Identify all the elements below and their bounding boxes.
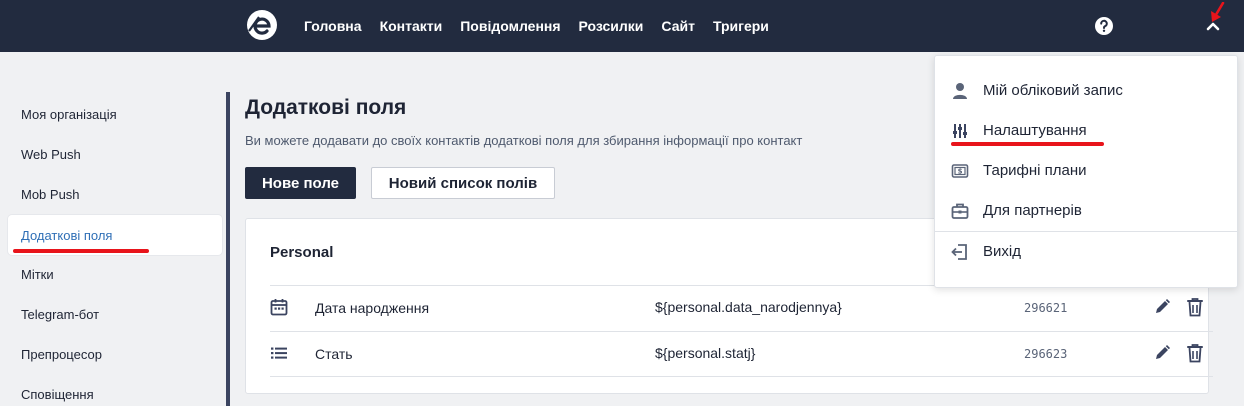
page-description: Ви можете додавати до своїх контактів до… <box>245 133 803 148</box>
sidebar-item-organization[interactable]: Моя організація <box>8 94 222 134</box>
sidebar-item-label: Mob Push <box>21 186 80 202</box>
main-nav: Головна Контакти Повідомлення Розсилки С… <box>304 0 787 52</box>
field-key: ${personal.data_narodjennya} <box>655 299 842 315</box>
sidebar-item-telegram-bot[interactable]: Telegram-бот <box>8 294 222 334</box>
calendar-icon <box>270 299 288 316</box>
sidebar-item-notifications[interactable]: Сповіщення <box>8 374 222 406</box>
svg-text:$: $ <box>958 168 963 176</box>
menu-item-label: Для партнерів <box>983 202 1082 219</box>
annotation-underline-sidebar <box>13 249 149 253</box>
settings-sidebar: Моя організація Web Push Mob Push Додатк… <box>0 52 232 406</box>
menu-item-logout[interactable]: Вихід <box>935 232 1237 272</box>
sidebar-item-label: Сповіщення <box>21 386 94 402</box>
field-key: ${personal.statj} <box>655 345 756 361</box>
menu-item-label: Тарифні плани <box>983 162 1087 179</box>
field-name: Дата народження <box>315 300 430 316</box>
sidebar-item-mob-push[interactable]: Mob Push <box>8 174 222 214</box>
field-id: 296623 <box>1024 347 1068 361</box>
table-row: Стать ${personal.statj} 296623 <box>270 331 1213 377</box>
sidebar-item-preprocessor[interactable]: Препроцесор <box>8 334 222 374</box>
field-id: 296621 <box>1024 301 1068 315</box>
sidebar-item-label: Telegram-бот <box>21 306 100 322</box>
sidebar-divider <box>226 92 230 406</box>
table-row: Дата народження ${personal.data_narodjen… <box>270 285 1213 331</box>
field-group-title: Personal <box>270 244 334 261</box>
nav-home[interactable]: Головна <box>304 18 362 34</box>
user-icon <box>953 83 967 99</box>
field-name: Стать <box>315 346 353 362</box>
account-dropdown-menu: Мій обліковий запис Налаштування $ Тариф… <box>934 55 1238 288</box>
nav-site[interactable]: Сайт <box>661 18 695 34</box>
trash-icon[interactable] <box>1186 297 1204 317</box>
menu-item-label: Налаштування <box>983 122 1087 139</box>
briefcase-icon <box>951 203 969 219</box>
help-icon[interactable] <box>1094 16 1114 36</box>
menu-item-label: Мій обліковий запис <box>983 82 1123 99</box>
page-title: Додаткові поля <box>245 96 407 119</box>
menu-item-pricing-plans[interactable]: $ Тарифні плани <box>935 151 1237 191</box>
sidebar-item-tags[interactable]: Мітки <box>8 254 222 294</box>
annotation-arrow-icon <box>1211 2 1225 22</box>
annotation-underline-settings <box>951 142 1104 146</box>
logout-icon <box>951 244 967 260</box>
sidebar-item-label: Додаткові поля <box>21 227 113 243</box>
nav-triggers[interactable]: Тригери <box>713 18 769 34</box>
sidebar-item-label: Моя організація <box>21 106 117 122</box>
pencil-icon[interactable] <box>1154 298 1170 316</box>
sidebar-item-label: Мітки <box>21 266 54 282</box>
trash-icon[interactable] <box>1186 343 1204 363</box>
sidebar-item-web-push[interactable]: Web Push <box>8 134 222 174</box>
sidebar-item-label: Web Push <box>21 146 81 162</box>
pencil-icon[interactable] <box>1154 344 1170 362</box>
new-field-list-button[interactable]: Новий список полів <box>371 167 555 199</box>
nav-contacts[interactable]: Контакти <box>380 18 443 34</box>
new-field-button[interactable]: Нове поле <box>245 167 356 199</box>
menu-item-my-account[interactable]: Мій обліковий запис <box>935 71 1237 111</box>
sidebar-item-label: Препроцесор <box>21 346 102 362</box>
nav-campaigns[interactable]: Розсилки <box>579 18 644 34</box>
top-navbar: Головна Контакти Повідомлення Розсилки С… <box>0 0 1244 52</box>
logo-icon[interactable] <box>246 9 278 41</box>
billing-icon: $ <box>951 164 969 178</box>
menu-item-label: Вихід <box>983 243 1021 260</box>
list-icon <box>271 347 287 359</box>
menu-item-partners[interactable]: Для партнерів <box>935 191 1237 231</box>
sliders-icon <box>953 124 967 138</box>
nav-messages[interactable]: Повідомлення <box>460 18 560 34</box>
